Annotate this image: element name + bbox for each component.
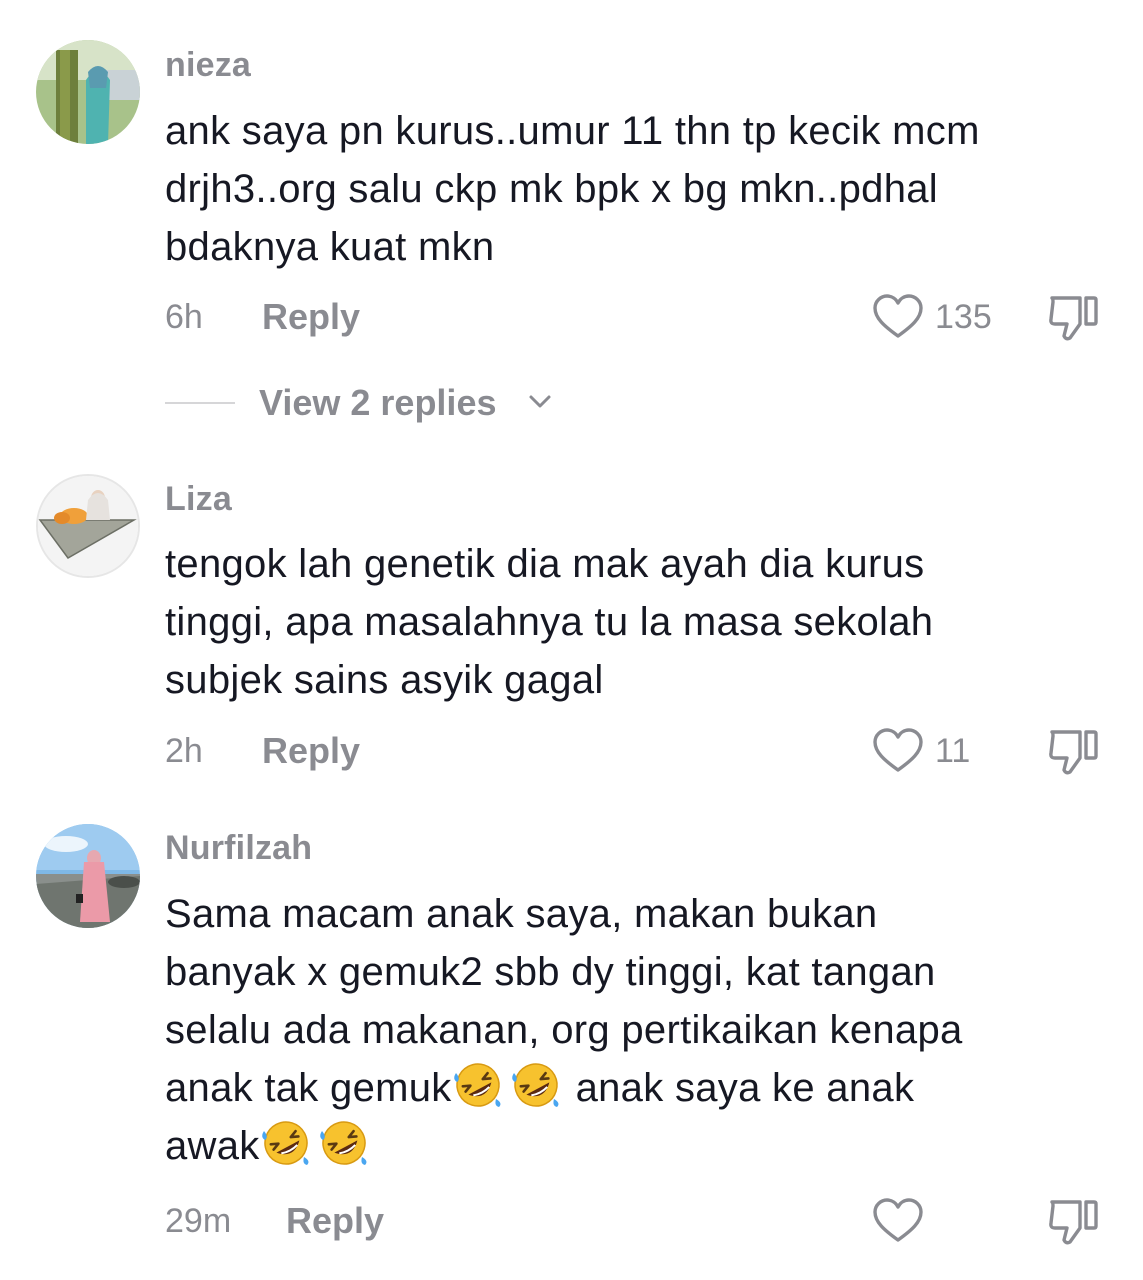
comment-text: Sama macam anak saya, makan bukan banyak… <box>165 885 1105 1175</box>
comment-username[interactable]: nieza <box>165 46 251 85</box>
view-replies-label: View 2 replies <box>259 382 497 423</box>
comment-text-line: tengok lah genetik dia mak ayah dia kuru… <box>165 542 925 586</box>
comment-text-line: tinggi, apa masalahnya tu la masa sekola… <box>165 600 934 644</box>
comment-text-segment: awak <box>165 1124 260 1168</box>
comment-text-line: bdaknya kuat mkn <box>165 225 495 269</box>
comment-username[interactable]: Nurfilzah <box>165 829 312 868</box>
comment-timestamp: 29m <box>165 1202 232 1240</box>
comment-username[interactable]: Liza <box>165 480 232 519</box>
reply-button[interactable]: Reply <box>262 730 360 772</box>
reply-button[interactable]: Reply <box>262 296 360 338</box>
comment-text-segment: anak saya ke anak <box>575 1066 915 1110</box>
comment-text-line: banyak x gemuk2 sbb dy tinggi, kat tanga… <box>165 950 936 994</box>
thumbs-down-icon[interactable] <box>1046 1196 1100 1248</box>
avatar[interactable] <box>36 40 140 144</box>
comment-timestamp: 6h <box>165 298 203 336</box>
rofl-emoji-icon <box>452 1059 504 1111</box>
heart-outline-icon[interactable] <box>872 294 924 340</box>
thumbs-down-icon[interactable] <box>1046 726 1100 778</box>
view-replies-button[interactable]: View 2 replies <box>165 378 585 428</box>
comment-text-line: awak <box>165 1117 1105 1175</box>
divider <box>165 402 235 404</box>
comment-text: ank saya pn kurus..umur 11 thn tp kecik … <box>165 102 1105 276</box>
comment-timestamp: 2h <box>165 732 203 770</box>
like-count: 11 <box>935 732 971 770</box>
comment-text-line: selalu ada makanan, org pertikaikan kena… <box>165 1008 963 1052</box>
comment-text-line: subjek sains asyik gagal <box>165 658 604 702</box>
avatar[interactable] <box>36 824 140 928</box>
heart-outline-icon[interactable] <box>872 728 924 774</box>
comment-text-line: anak tak gemuk anak saya ke anak <box>165 1059 1105 1117</box>
comment-text-line: ank saya pn kurus..umur 11 thn tp kecik … <box>165 109 980 153</box>
comment-text: tengok lah genetik dia mak ayah dia kuru… <box>165 535 1105 709</box>
reply-button[interactable]: Reply <box>286 1200 384 1242</box>
comment-text-line: Sama macam anak saya, makan bukan <box>165 892 878 936</box>
avatar[interactable] <box>36 474 140 578</box>
like-count: 135 <box>935 298 992 336</box>
thumbs-down-icon[interactable] <box>1046 292 1100 344</box>
rofl-emoji-icon <box>318 1117 370 1169</box>
comment-text-line: drjh3..org salu ckp mk bpk x bg mkn..pdh… <box>165 167 938 211</box>
heart-outline-icon[interactable] <box>872 1198 924 1244</box>
rofl-emoji-icon <box>260 1117 312 1169</box>
rofl-emoji-icon <box>510 1059 562 1111</box>
chevron-down-icon <box>529 395 551 408</box>
comment-text-segment: anak tak gemuk <box>165 1066 452 1110</box>
